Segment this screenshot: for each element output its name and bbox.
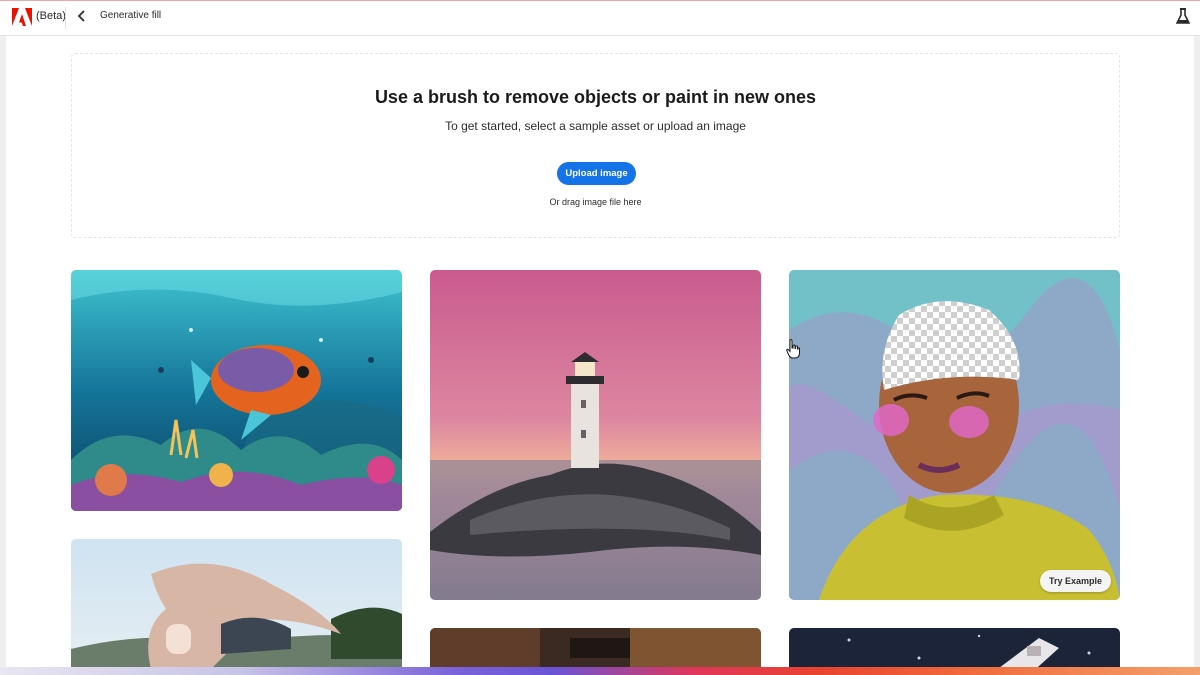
underwater-image — [71, 270, 402, 511]
right-frame — [1194, 36, 1200, 675]
house-image — [71, 539, 402, 675]
dropzone-subtitle: To get started, select a sample asset or… — [445, 119, 746, 133]
sample-portrait[interactable] — [789, 270, 1120, 600]
breadcrumb: Generative fill — [100, 10, 162, 21]
divider — [65, 7, 66, 29]
lighthouse-image — [430, 270, 761, 600]
upload-dropzone[interactable]: Use a brush to remove objects or paint i… — [71, 53, 1120, 238]
sample-lighthouse[interactable] — [430, 270, 761, 600]
try-example-button[interactable]: Try Example — [1040, 570, 1111, 592]
beta-label: (Beta) — [36, 10, 66, 22]
adobe-logo[interactable] — [12, 8, 32, 26]
drag-hint: Or drag image file here — [549, 197, 642, 207]
sample-modern-house[interactable] — [71, 539, 402, 675]
chevron-left-icon[interactable] — [74, 8, 90, 24]
hand-cursor-icon — [786, 339, 800, 359]
dropzone-title: Use a brush to remove objects or paint i… — [374, 87, 817, 107]
portrait-image — [789, 270, 1120, 600]
progress-gradient-bar — [0, 667, 1200, 675]
sample-underwater-fish[interactable] — [71, 270, 402, 511]
top-bar: (Beta) Generative fill — [0, 0, 1200, 36]
upload-image-button[interactable]: Upload image — [557, 162, 636, 185]
flask-icon[interactable] — [1176, 7, 1190, 25]
left-frame — [0, 36, 6, 675]
